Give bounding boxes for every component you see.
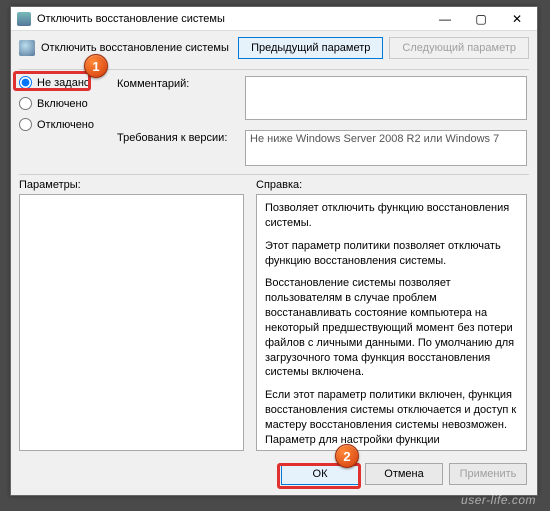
comment-input[interactable]	[245, 76, 527, 120]
app-icon	[17, 12, 31, 26]
cancel-button[interactable]: Отмена	[365, 463, 443, 485]
radio-disabled-label: Отключено	[37, 119, 94, 131]
maximize-button[interactable]: ▢	[463, 8, 499, 30]
supported-on-value: Не ниже Windows Server 2008 R2 или Windo…	[245, 130, 527, 166]
help-paragraph: Если этот параметр политики включен, фун…	[265, 388, 518, 451]
radio-enabled-label: Включено	[37, 98, 88, 110]
radio-enabled-input[interactable]	[19, 97, 32, 110]
minimize-button[interactable]: —	[427, 8, 463, 30]
policy-title: Отключить восстановление системы	[41, 42, 232, 54]
header-bar: Отключить восстановление системы Предыду…	[11, 31, 537, 69]
footer: ОК Отмена Применить	[11, 455, 537, 495]
apply-button: Применить	[449, 463, 527, 485]
help-label: Справка:	[256, 179, 527, 191]
help-paragraph: Этот параметр политики позволяет отключа…	[265, 239, 518, 269]
radio-not-configured[interactable]: Не задано	[19, 76, 109, 89]
ok-button[interactable]: ОК	[281, 463, 359, 485]
watermark: user-life.com	[461, 493, 536, 507]
radio-disabled[interactable]: Отключено	[19, 118, 109, 131]
help-paragraph: Позволяет отключить функцию восстановлен…	[265, 201, 518, 231]
options-label: Параметры:	[19, 179, 244, 191]
titlebar: Отключить восстановление системы — ▢ ✕	[11, 7, 537, 31]
radio-disabled-input[interactable]	[19, 118, 32, 131]
previous-setting-button[interactable]: Предыдущий параметр	[238, 37, 383, 59]
help-paragraph: Восстановление системы позволяет пользов…	[265, 276, 518, 380]
radio-not-configured-label: Не задано	[37, 77, 90, 89]
dialog-window: Отключить восстановление системы — ▢ ✕ О…	[10, 6, 538, 496]
options-box	[19, 194, 244, 451]
state-radio-group: Не задано Включено Отключено	[19, 76, 109, 131]
radio-not-configured-input[interactable]	[19, 76, 32, 89]
close-button[interactable]: ✕	[499, 8, 535, 30]
policy-icon	[19, 40, 35, 56]
supported-on-label: Требования к версии:	[117, 130, 237, 144]
help-box[interactable]: Позволяет отключить функцию восстановлен…	[256, 194, 527, 451]
comment-label: Комментарий:	[117, 76, 237, 90]
radio-enabled[interactable]: Включено	[19, 97, 109, 110]
window-title: Отключить восстановление системы	[37, 13, 427, 25]
next-setting-button: Следующий параметр	[389, 37, 529, 59]
